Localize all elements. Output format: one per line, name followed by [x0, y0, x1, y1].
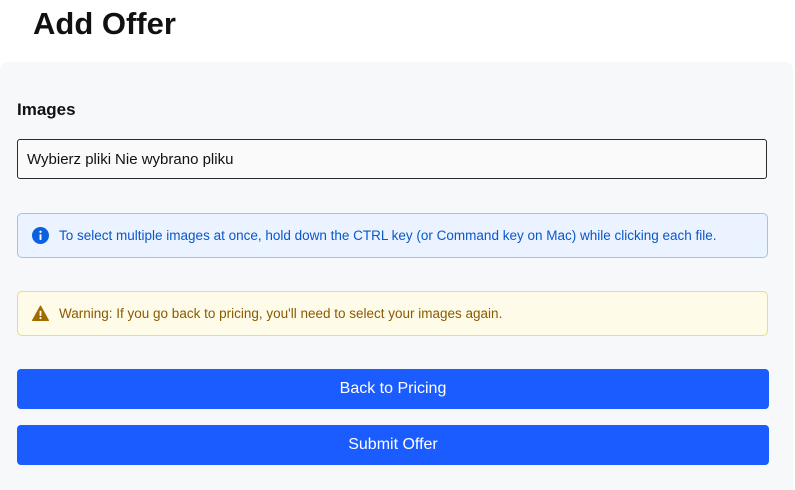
images-file-input[interactable]: Wybierz pliki Nie wybrano pliku: [17, 139, 767, 179]
info-icon: [32, 227, 49, 244]
warning-alert: Warning: If you go back to pricing, you'…: [17, 291, 768, 336]
submit-offer-button[interactable]: Submit Offer: [17, 425, 769, 465]
info-alert: To select multiple images at once, hold …: [17, 213, 768, 258]
warning-alert-text: Warning: If you go back to pricing, you'…: [59, 306, 503, 321]
images-label: Images: [17, 100, 76, 119]
warning-icon: [32, 305, 49, 322]
choose-files-button[interactable]: Wybierz pliki: [27, 151, 111, 168]
file-status-text: Nie wybrano pliku: [115, 150, 234, 168]
info-alert-text: To select multiple images at once, hold …: [59, 228, 717, 243]
offer-form: Images Wybierz pliki Nie wybrano pliku T…: [0, 62, 793, 490]
back-to-pricing-button[interactable]: Back to Pricing: [17, 369, 769, 409]
add-offer-page: Add Offer Images Wybierz pliki Nie wybra…: [0, 0, 795, 490]
page-title: Add Offer: [33, 6, 176, 41]
